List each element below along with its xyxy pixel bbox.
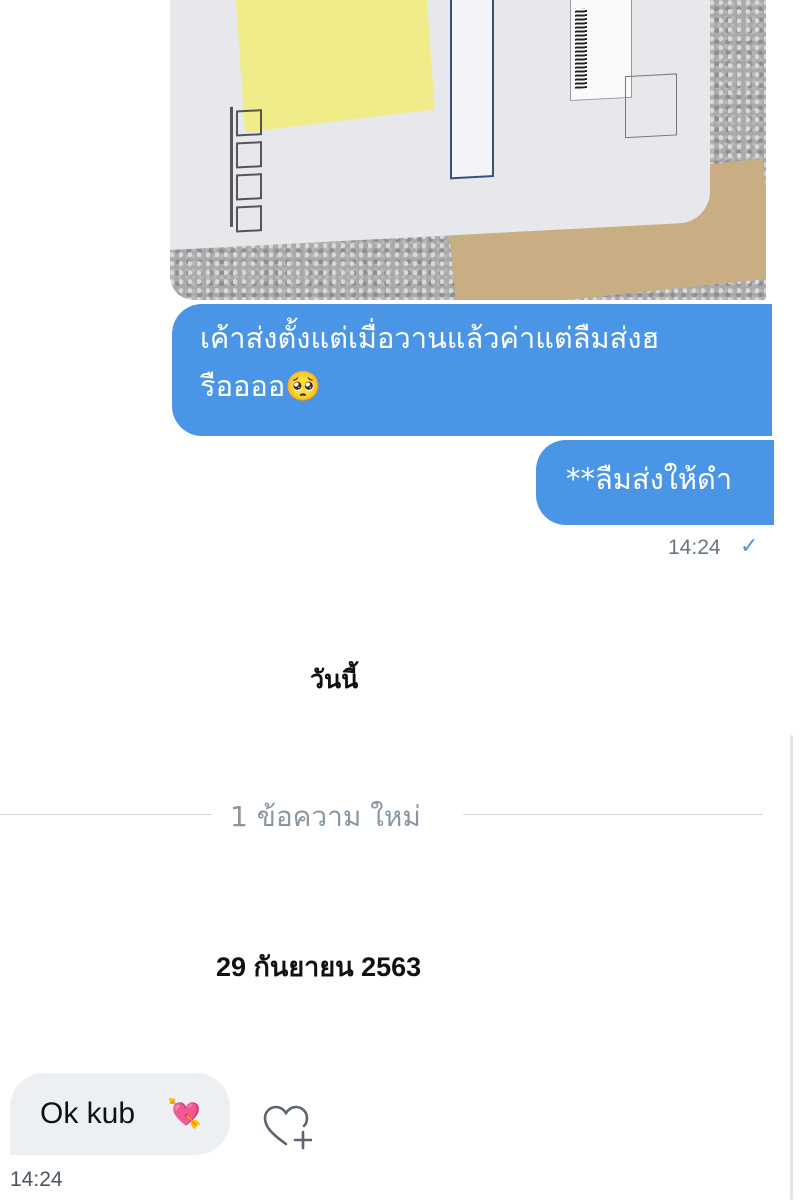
received-timestamp: 14:24 (10, 1168, 63, 1191)
new-messages-label: 1 ข้อความ ใหม่ (230, 800, 421, 833)
photo-stamp-box (625, 73, 677, 139)
message-text-line: เค้าส่งตั้งแต่เมื่อวานแล้วค่าแต่ลืมส่งฮ (200, 321, 660, 355)
add-reaction-icon[interactable] (262, 1104, 313, 1150)
day-separator: วันนี้ (310, 665, 359, 694)
divider-line (0, 814, 212, 815)
photo-address-note (235, 0, 435, 133)
date-separator: 29 กันยายน 2563 (216, 952, 422, 982)
message-text-line: รืออออ🥺 (200, 369, 322, 403)
check-icon: ✓ (740, 534, 759, 559)
scrollbar[interactable] (790, 735, 793, 1200)
package-photo[interactable] (170, 0, 766, 300)
photo-label-strip (450, 0, 494, 180)
message-text: Ok kub (40, 1097, 136, 1130)
sent-timestamp: 14:24 (668, 536, 721, 559)
photo-barcode (575, 8, 587, 89)
divider-line (463, 814, 763, 815)
sent-message-bubble[interactable]: เค้าส่งตั้งแต่เมื่อวานแล้วค่าแต่ลืมส่งฮ … (172, 304, 772, 436)
sent-message-bubble[interactable]: **ลืมส่งให้ดำ (536, 440, 774, 525)
message-text: **ลืมส่งให้ดำ (566, 462, 733, 496)
photo-parcel-bag (170, 0, 710, 250)
new-messages-divider: 1 ข้อความ ใหม่ (0, 795, 803, 835)
heart-arrow-emoji: 💘 (167, 1097, 202, 1130)
photo-checkboxes (230, 105, 262, 233)
